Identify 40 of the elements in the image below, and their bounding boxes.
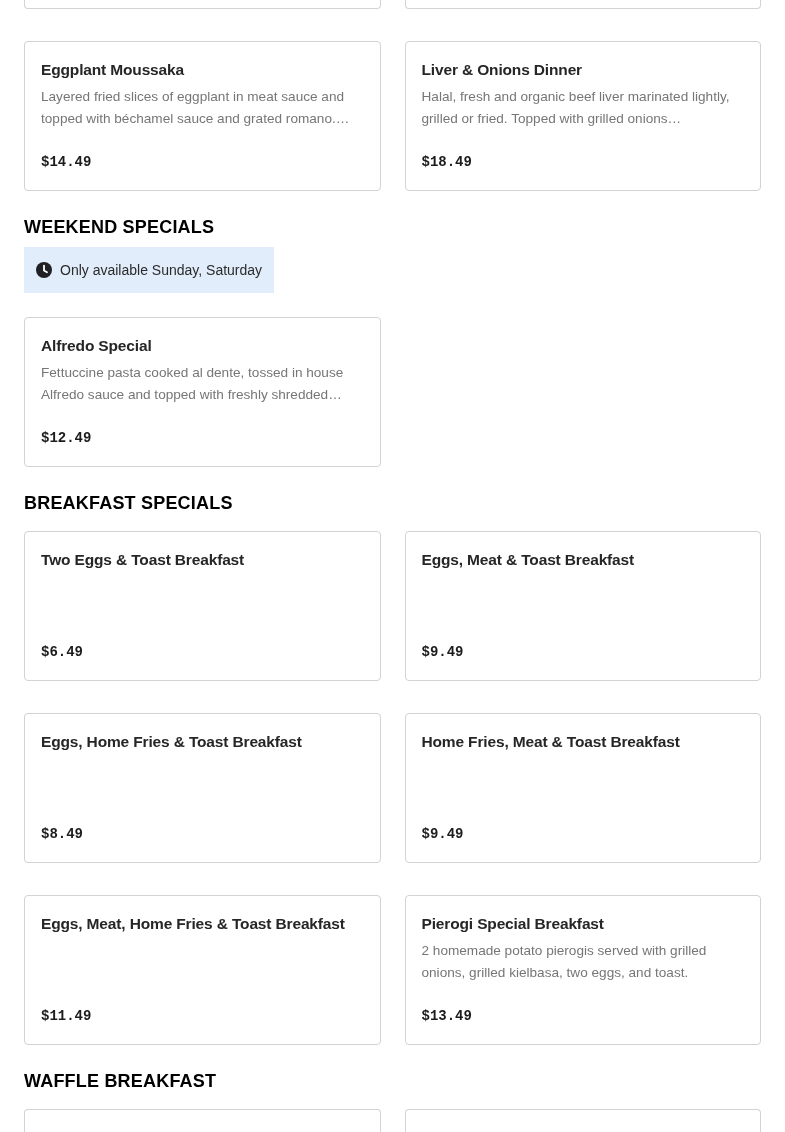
item-description: 2 homemade potato pierogis served with grilled onions, grilled kielbasa, two eggs, and toast. xyxy=(421,942,708,982)
item-price: $6.49 xyxy=(41,643,83,662)
item-name: Two Eggs & Toast Breakfast xyxy=(41,550,245,570)
section-heading: BREAKFAST SPECIALS xyxy=(24,492,234,515)
menu-item-card[interactable]: Eggplant Moussaka Layered fried slices of eggplant in meat sauce and topped with béchamel sauce and grated romano.… $14.49 xyxy=(24,41,381,191)
item-description: Halal, fresh and organic beef liver marinated lightly, grilled or fried. Topped with grilled onions… xyxy=(421,88,731,128)
menu-item-card[interactable] xyxy=(24,1109,381,1132)
item-name: Home Fries, Meat & Toast Breakfast xyxy=(421,732,680,752)
menu-item-card[interactable]: Pierogi Special Breakfast 2 homemade potato pierogis served with grilled onions, grilled kielbasa, two eggs, and toast. $13.49 xyxy=(404,895,761,1045)
item-name: Eggs, Meat & Toast Breakfast xyxy=(421,550,635,570)
item-price: $9.49 xyxy=(421,643,464,662)
item-name: Liver & Onions Dinner xyxy=(421,60,582,80)
menu-item-card[interactable]: Alfredo Special Fettuccine pasta cooked al dente, tossed in house Alfredo sauce and topped with freshly shredded… $12.49 xyxy=(24,317,381,467)
availability-text: Only available Sunday, Saturday xyxy=(60,262,263,278)
item-name: Eggplant Moussaka xyxy=(41,60,184,80)
item-price: $11.49 xyxy=(41,1007,92,1026)
menu-item-card[interactable] xyxy=(404,1109,761,1132)
clock-icon xyxy=(36,262,52,278)
item-description: Layered fried slices of eggplant in meat sauce and topped with béchamel sauce and grated romano.… xyxy=(41,88,351,128)
item-price: $14.49 xyxy=(41,153,92,172)
section-heading: WEEKEND SPECIALS xyxy=(24,216,216,239)
item-name: Eggs, Home Fries & Toast Breakfast xyxy=(41,732,302,752)
item-price: $8.49 xyxy=(41,825,83,844)
item-price: $9.49 xyxy=(421,825,464,844)
item-name: Pierogi Special Breakfast xyxy=(421,914,604,934)
menu-item-card[interactable]: Liver & Onions Dinner Halal, fresh and organic beef liver marinated lightly, grilled or fried. Topped with grilled onions… $18.49 xyxy=(404,41,761,191)
item-price: $13.49 xyxy=(421,1007,472,1026)
menu-item-card[interactable]: Eggs, Meat, Home Fries & Toast Breakfast $11.49 xyxy=(24,895,381,1045)
section-heading: WAFFLE BREAKFAST xyxy=(24,1070,218,1093)
menu-item-card[interactable]: Eggs, Home Fries & Toast Breakfast $8.49 xyxy=(24,713,381,863)
menu-item-card[interactable]: Two Eggs & Toast Breakfast $6.49 xyxy=(24,531,381,681)
menu-item-card[interactable]: Eggs, Meat & Toast Breakfast $9.49 xyxy=(404,531,761,681)
menu-item-card[interactable]: Home Fries, Meat & Toast Breakfast $9.49 xyxy=(404,713,761,863)
item-price: $18.49 xyxy=(421,153,472,172)
item-price: $12.49 xyxy=(41,429,92,448)
item-name: Alfredo Special xyxy=(41,336,152,356)
item-description: Fettuccine pasta cooked al dente, tossed in house Alfredo sauce and topped with freshly shredded… xyxy=(41,364,345,404)
menu-item-card[interactable] xyxy=(24,0,381,9)
menu-item-card[interactable] xyxy=(404,0,761,9)
item-name: Eggs, Meat, Home Fries & Toast Breakfast xyxy=(41,914,345,934)
